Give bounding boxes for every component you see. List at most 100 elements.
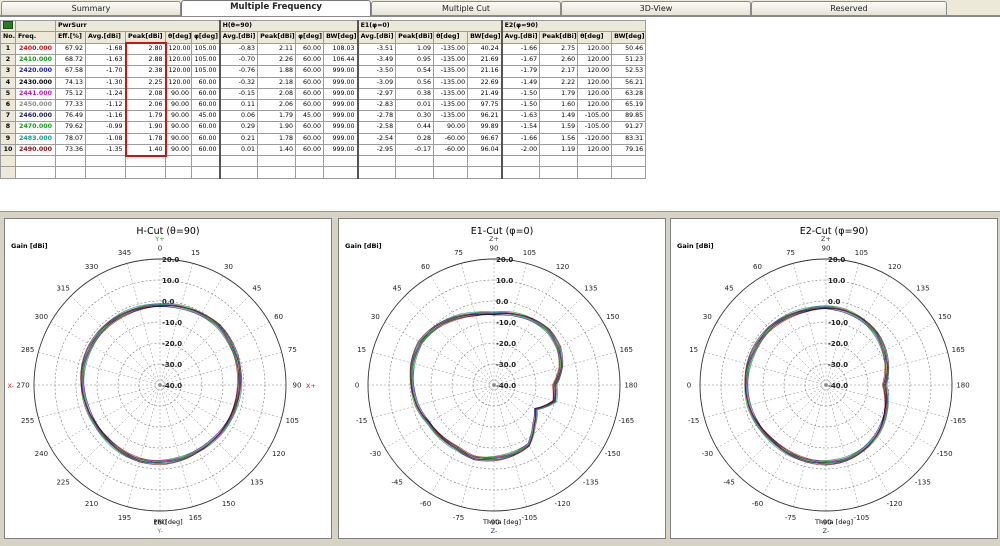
table-cell: 2.75 bbox=[539, 42, 579, 56]
radial-tick-label: -40.0 bbox=[828, 382, 848, 390]
column-header[interactable]: Freq. bbox=[15, 31, 56, 44]
angle-tick-label: 75 bbox=[288, 346, 297, 354]
table-row[interactable]: 9 2483.000 78.07 -1.08 1.78 90.00 60.00 0.21 1.7… bbox=[0, 132, 647, 145]
radial-tick-label: -20.0 bbox=[828, 340, 848, 348]
table-cell: 96.04 bbox=[467, 143, 503, 157]
plot-panel-e2-cut: E2-Cut (φ=90) Gain [dBi] 90 105 120 135 150 1… bbox=[670, 218, 998, 539]
table-cell: -1.66 bbox=[501, 132, 541, 145]
table-cell: 2.08 bbox=[257, 87, 297, 100]
angle-tick-label: 105 bbox=[286, 417, 299, 425]
angle-tick-label: 30 bbox=[371, 313, 380, 321]
angle-tick-label: 15 bbox=[191, 249, 200, 257]
table-cell: -1.66 bbox=[501, 42, 541, 56]
table-cell: 50.46 bbox=[611, 42, 647, 56]
table-row[interactable]: 8 2470.000 79.62 -0.99 1.90 90.00 60.00 0.29 1.9… bbox=[0, 121, 647, 134]
column-header[interactable]: φ[deg] bbox=[295, 31, 325, 44]
table-cell: 0.44 bbox=[395, 121, 435, 134]
table-row[interactable]: 7 2460.000 76.49 -1.16 1.79 90.00 45.00 0.06 1.7… bbox=[0, 110, 647, 123]
pattern-trace bbox=[412, 313, 562, 460]
column-header[interactable]: θ[deg] bbox=[433, 31, 469, 44]
tab-multiple-cut[interactable]: Multiple Cut bbox=[371, 1, 561, 15]
table-cell: 78.07 bbox=[55, 132, 86, 145]
export-excel-cell[interactable] bbox=[0, 19, 16, 33]
polar-chart-h-cut[interactable]: 0153045607590105120135150165180195210225… bbox=[5, 219, 333, 540]
column-header[interactable]: BW[deg] bbox=[323, 31, 359, 44]
table-cell: -2.97 bbox=[357, 87, 397, 100]
table-cell: 60.00 bbox=[295, 132, 325, 145]
table-cell: 0.06 bbox=[219, 110, 259, 123]
angle-tick-label: 15 bbox=[357, 346, 366, 354]
table-row[interactable]: 1 2400.000 67.92 -1.68 2.80 120.00 105.00 -0.83… bbox=[0, 42, 647, 56]
table-cell: 120.00 bbox=[165, 54, 192, 67]
table-cell: 65.19 bbox=[611, 98, 647, 112]
radial-tick-label: 20.0 bbox=[828, 256, 845, 264]
column-header[interactable]: Avg.[dBi] bbox=[501, 31, 541, 44]
pattern-trace bbox=[744, 307, 888, 465]
column-header[interactable]: Peak[dBi] bbox=[539, 31, 579, 44]
table-cell: 0.95 bbox=[395, 54, 435, 67]
angle-tick-label: 45 bbox=[393, 285, 402, 293]
table-cell: 999.00 bbox=[323, 87, 359, 100]
table-cell: 999.00 bbox=[323, 65, 359, 78]
table-cell: 68.72 bbox=[55, 54, 86, 67]
grid-spoke bbox=[159, 321, 270, 386]
table-row[interactable]: 3 2420.000 67.58 -1.70 2.38 120.00 105.00 -0.76… bbox=[0, 65, 647, 78]
radial-tick-label: -30.0 bbox=[828, 361, 848, 369]
table-cell: 999.00 bbox=[323, 121, 359, 134]
table-cell: 99.89 bbox=[467, 121, 503, 134]
column-header[interactable]: θ[deg] bbox=[577, 31, 613, 44]
table-cell: 120.00 bbox=[577, 143, 613, 157]
angle-tick-label: 30 bbox=[224, 263, 233, 271]
peak-cell: 2.06 bbox=[124, 98, 167, 112]
table-cell: 21.49 bbox=[467, 87, 503, 100]
angle-tick-label: 285 bbox=[21, 346, 34, 354]
grid-spoke bbox=[762, 275, 827, 386]
column-header[interactable]: BW[deg] bbox=[611, 31, 647, 44]
table-row[interactable]: 5 2441.000 75.12 -1.24 2.08 90.00 60.00 -0.15 2.… bbox=[0, 87, 647, 100]
peak-cell: 1.90 bbox=[124, 121, 167, 134]
table-cell: -1.63 bbox=[85, 54, 126, 67]
table-cell: 999.00 bbox=[323, 132, 359, 145]
column-header[interactable]: φ[deg] bbox=[190, 31, 221, 44]
table-cell: 1.19 bbox=[539, 143, 579, 157]
row-number: 1 bbox=[0, 42, 16, 56]
row-number: 5 bbox=[0, 87, 16, 100]
column-header[interactable]: Avg.[dBi] bbox=[219, 31, 259, 44]
angle-axis-label: Theta [deg] bbox=[814, 518, 853, 526]
table-cell: 45.00 bbox=[190, 110, 221, 123]
group-header-e2-cut: E2(φ=90) bbox=[501, 19, 647, 33]
angle-tick-label: -120 bbox=[887, 500, 903, 508]
grid-spoke bbox=[50, 321, 161, 386]
table-cell: 108.03 bbox=[323, 42, 359, 56]
column-header[interactable]: Peak[dBi] bbox=[257, 31, 297, 44]
radial-tick-label: 0.0 bbox=[496, 298, 509, 306]
angle-tick-label: 75 bbox=[454, 249, 463, 257]
table-cell: 0.01 bbox=[395, 98, 435, 112]
radial-tick-label: 10.0 bbox=[828, 277, 845, 285]
tab-3d-view[interactable]: 3D-View bbox=[561, 1, 751, 15]
column-header[interactable]: Peak[dBi] bbox=[395, 31, 435, 44]
table-row[interactable]: 10 2490.000 73.36 -1.35 1.40 90.00 60.00 0.01 1.… bbox=[0, 143, 647, 157]
angle-tick-label: -45 bbox=[723, 478, 734, 486]
column-header[interactable]: Eff.[%] bbox=[55, 31, 86, 44]
excel-icon[interactable] bbox=[3, 21, 13, 30]
angle-tick-label: 120 bbox=[888, 263, 901, 271]
polar-chart-e2-cut[interactable]: 90105120135150165180-165-150-135-120-105… bbox=[671, 219, 999, 540]
column-header[interactable]: θ[deg] bbox=[165, 31, 192, 44]
freq-cell: 2450.000 bbox=[15, 98, 56, 112]
table-cell: 90.00 bbox=[165, 110, 192, 123]
column-header[interactable]: BW[deg] bbox=[467, 31, 503, 44]
polar-chart-e1-cut[interactable]: 90105120135150165180-165-150-135-120-105… bbox=[339, 219, 667, 540]
column-header[interactable]: Peak[dBi] bbox=[125, 31, 166, 44]
tab-reserved[interactable]: Reserved bbox=[751, 1, 947, 15]
table-row[interactable]: 2 2410.000 68.72 -1.63 2.88 120.00 105.00 -0.70… bbox=[0, 54, 647, 67]
column-header[interactable]: No. bbox=[0, 31, 16, 44]
table-row[interactable]: 6 2450.000 77.33 -1.12 2.06 90.00 60.00 0.11 2.0… bbox=[0, 98, 647, 112]
tab-summary[interactable]: Summary bbox=[1, 1, 181, 15]
column-header[interactable]: Avg.[dBi] bbox=[85, 31, 126, 44]
column-header[interactable]: Avg.[dBi] bbox=[357, 31, 397, 44]
peak-cell: 2.80 bbox=[124, 42, 167, 56]
table-row[interactable]: 4 2430.000 74.13 -1.30 2.25 120.00 60.00 -0.32 2… bbox=[0, 76, 647, 89]
tab-multiple-frequency[interactable]: Multiple Frequency bbox=[181, 0, 371, 16]
angle-tick-label: 165 bbox=[952, 346, 965, 354]
